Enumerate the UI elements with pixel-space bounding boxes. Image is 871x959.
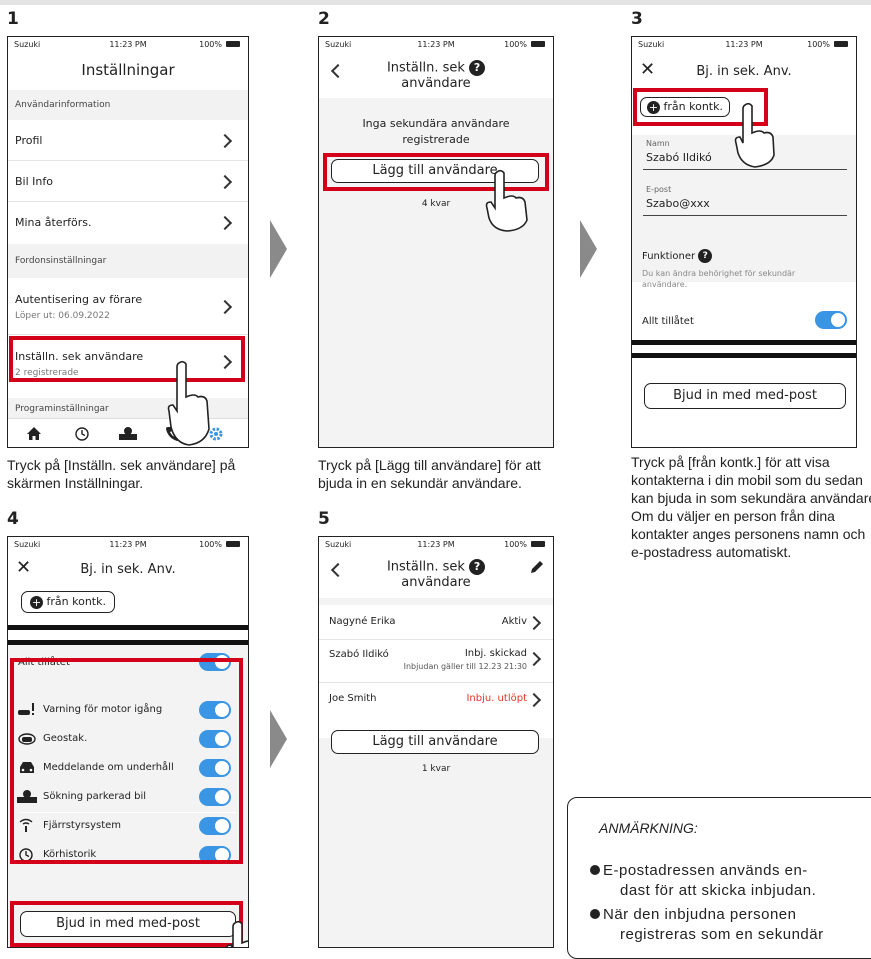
settings-item-dealers[interactable]: Mina återförs. [8,202,248,242]
status-bar: Suzuki 11:23 PM 100% [632,37,856,51]
invite-expiry: Inbjudan gäller till 12.23 21:30 [403,662,527,671]
bullet-icon [590,865,600,875]
step-number: 3 [631,9,643,29]
phone-screen-settings: Suzuki 11:23 PM 100% Inställningar Använ… [7,36,249,448]
divider [319,682,553,683]
functions-description: Du kan ändra behörighet för sekundär anvä… [642,269,796,289]
email-field[interactable]: E-post Szabo@xxx [643,183,847,216]
all-allowed-toggle[interactable] [815,311,847,329]
help-icon[interactable]: ? [469,559,486,575]
remaining-count: 1 kvar [421,764,451,774]
step-number: 5 [318,509,330,529]
settings-item-driver-auth[interactable]: Autentisering av förare Löper ut: 06.09.… [8,278,248,333]
status-bar: Suzuki 11:23 PM 100% [8,537,248,551]
phone-screen-secondary-empty: Suzuki 11:23 PM 100% Inställn. sek ? anvä… [318,36,554,448]
divider [8,334,248,335]
tap-hand-icon [225,920,248,947]
phone-screen-secondary-list: Suzuki 11:23 PM 100% Inställn. sek ? anvä… [318,536,554,948]
help-icon[interactable]: ? [698,249,713,263]
history-icon[interactable] [74,426,90,442]
help-icon[interactable]: ? [469,60,486,76]
battery-icon [226,541,240,547]
page-title: Bj. in sek. Anv. [80,562,176,577]
settings-item-car-info[interactable]: Bil Info [8,161,248,201]
home-icon[interactable] [26,426,42,441]
step-arrow-icon [270,220,287,278]
chevron-right-icon [526,651,542,667]
from-contacts-button[interactable]: + från kontk. [21,591,115,613]
user-row-szabo-ildiko[interactable]: Szabó Ildikó Inbj. skickad Inbjudan gäll… [319,641,553,681]
page-title: Inställningar [81,61,175,79]
tap-hand-icon [485,169,528,232]
battery-icon [834,41,848,47]
section-header: Användarinformation [8,90,248,120]
bullet-icon [590,909,600,919]
add-circle-icon: + [30,595,44,609]
top-strip [0,0,871,5]
phone-screen-invite: Suzuki 11:23 PM 100% ✕ Bj. in sek. Anv. … [631,36,857,448]
step-caption: Tryck på [Lägg till användare] för att b… [318,457,541,491]
screen-break [632,340,856,358]
status-badge: Aktiv [501,616,527,627]
phone-screen-invite-functions: Suzuki 11:23 PM 100% ✕ Bj. in sek. Anv. … [7,536,249,948]
battery-icon [531,41,545,47]
chevron-right-icon [526,692,542,708]
chevron-right-icon [217,133,233,149]
step-arrow-icon [270,710,287,768]
battery-icon [226,41,240,47]
status-bar: Suzuki 11:23 PM 100% [319,537,553,551]
battery-percent: 100% [199,40,222,49]
invite-email-button[interactable]: Bjud in med med-post [644,383,846,409]
status-bar: Suzuki 11:23 PM 100% [319,37,553,51]
highlight-frame [10,658,243,864]
status-bar: Suzuki 11:23 PM 100% [8,37,248,51]
highlight-frame [10,901,243,947]
content-area [319,98,553,447]
page-title: Bj. in sek. Anv. [696,64,792,79]
section-header: Fordonsinställningar [8,244,248,278]
screen-break [8,625,248,645]
tap-hand-icon [734,102,775,168]
step-number: 1 [7,9,19,29]
functions-heading: Funktioner ? [642,249,713,263]
status-badge: Inbj. skickad [464,648,527,659]
note-box: ANMÄRKNING: E-postadressen används en- d… [567,797,871,959]
step-caption: Tryck på [Inställn. sek användare] på sk… [7,457,236,491]
step-number: 4 [7,509,19,529]
settings-item-profile[interactable]: Profil [8,120,248,160]
page-title: Inställn. sek ? användare [319,559,553,590]
battery-icon [531,541,545,547]
user-row-nagyne-erika[interactable]: Nagyné Erika Aktiv [319,607,553,639]
chevron-right-icon [217,174,233,190]
add-user-button[interactable]: Lägg till användare [331,730,539,754]
chevron-right-icon [526,615,542,631]
chevron-right-icon [217,215,233,231]
divider [319,639,553,640]
page-title: Inställn. sek ? användare [319,60,553,91]
step-caption: Tryck på [från kontk.] för att visa kont… [631,454,871,560]
edit-pencil-icon[interactable] [529,559,545,575]
note-title: ANMÄRKNING: [599,820,698,836]
step-arrow-icon [580,220,597,278]
user-row-joe-smith[interactable]: Joe Smith Inbju. utlöpt [319,684,553,716]
status-badge: Inbju. utlöpt [466,693,527,704]
chevron-right-icon [217,299,233,315]
empty-message: Inga sekundära användare registrerade [362,117,510,146]
parked-car-map-icon[interactable] [118,426,138,442]
all-allowed-label: Allt tillåtet [642,316,694,327]
tap-hand-icon [167,360,210,446]
step-number: 2 [318,9,330,29]
